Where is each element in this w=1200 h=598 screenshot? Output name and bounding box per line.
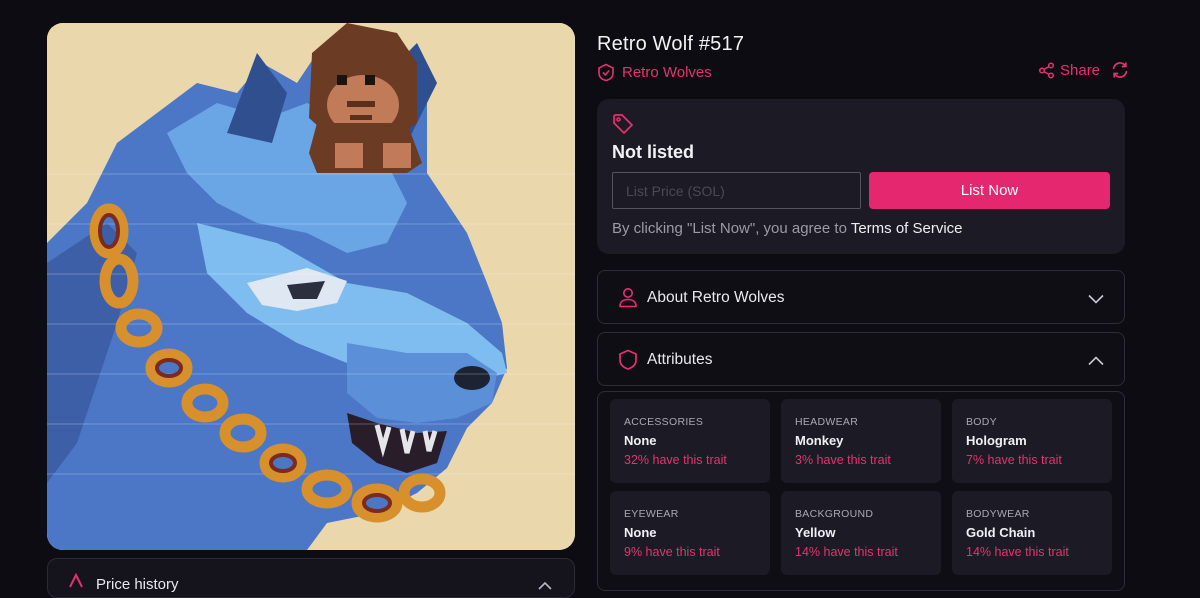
trait-value: None xyxy=(624,433,657,448)
chevron-up-icon xyxy=(538,577,552,595)
trait-type: BODY xyxy=(966,416,997,428)
terms-notice: By clicking "List Now", you agree to Ter… xyxy=(612,220,963,237)
trait-value: Hologram xyxy=(966,433,1027,448)
shield-check-icon xyxy=(597,63,615,82)
trait-rarity: 14% have this trait xyxy=(795,545,898,559)
list-now-button[interactable]: List Now xyxy=(869,172,1110,209)
listing-card: Not listed List Now By clicking "List No… xyxy=(597,99,1125,254)
chevron-down-icon xyxy=(1088,291,1104,309)
user-icon xyxy=(618,287,638,313)
attributes-panel: ACCESSORIES None 32% have this trait HEA… xyxy=(597,391,1125,591)
nft-artwork xyxy=(47,23,575,550)
trait-type: BACKGROUND xyxy=(795,508,874,520)
trait-rarity: 3% have this trait xyxy=(795,453,891,467)
trait-rarity: 7% have this trait xyxy=(966,453,1062,467)
collection-link[interactable]: Retro Wolves xyxy=(597,63,712,82)
wolf-artwork-image xyxy=(47,23,575,550)
terms-notice-text: By clicking "List Now", you agree to xyxy=(612,220,847,237)
chart-icon xyxy=(68,572,84,594)
trait-card-background: BACKGROUND Yellow 14% have this trait xyxy=(781,491,941,575)
trait-card-headwear: HEADWEAR Monkey 3% have this trait xyxy=(781,399,941,483)
share-icon xyxy=(1038,61,1055,79)
nft-title: Retro Wolf #517 xyxy=(597,33,745,55)
about-collection-label: About Retro Wolves xyxy=(647,289,785,306)
price-history-label: Price history xyxy=(96,576,179,593)
trait-value: Yellow xyxy=(795,525,836,540)
about-collection-accordion[interactable]: About Retro Wolves xyxy=(597,270,1125,324)
trait-value: None xyxy=(624,525,657,540)
trait-card-eyewear: EYEWEAR None 9% have this trait xyxy=(610,491,770,575)
trait-value: Monkey xyxy=(795,433,844,448)
refresh-button[interactable] xyxy=(1110,61,1130,79)
trait-type: ACCESSORIES xyxy=(624,416,704,428)
trait-type: EYEWEAR xyxy=(624,508,679,520)
trait-rarity: 14% have this trait xyxy=(966,545,1069,559)
trait-type: BODYWEAR xyxy=(966,508,1030,520)
trait-card-bodywear: BODYWEAR Gold Chain 14% have this trait xyxy=(952,491,1112,575)
trait-rarity: 32% have this trait xyxy=(624,453,727,467)
listing-status: Not listed xyxy=(612,142,695,162)
share-button[interactable]: Share xyxy=(1038,62,1100,79)
attributes-label: Attributes xyxy=(647,351,713,368)
shield-icon xyxy=(618,349,638,376)
trait-type: HEADWEAR xyxy=(795,416,859,428)
tag-icon xyxy=(612,113,634,140)
attributes-accordion[interactable]: Attributes xyxy=(597,332,1125,386)
collection-name: Retro Wolves xyxy=(622,64,712,81)
trait-value: Gold Chain xyxy=(966,525,1036,540)
trait-rarity: 9% have this trait xyxy=(624,545,720,559)
price-history-accordion[interactable]: Price history xyxy=(47,558,575,598)
trait-card-accessories: ACCESSORIES None 32% have this trait xyxy=(610,399,770,483)
chevron-up-icon xyxy=(1088,353,1104,371)
share-label: Share xyxy=(1060,61,1101,79)
terms-of-service-link[interactable]: Terms of Service xyxy=(851,220,963,237)
list-price-input[interactable] xyxy=(612,172,861,209)
header-actions: Share xyxy=(1038,61,1130,79)
trait-card-body: BODY Hologram 7% have this trait xyxy=(952,399,1112,483)
refresh-icon xyxy=(1110,61,1130,79)
